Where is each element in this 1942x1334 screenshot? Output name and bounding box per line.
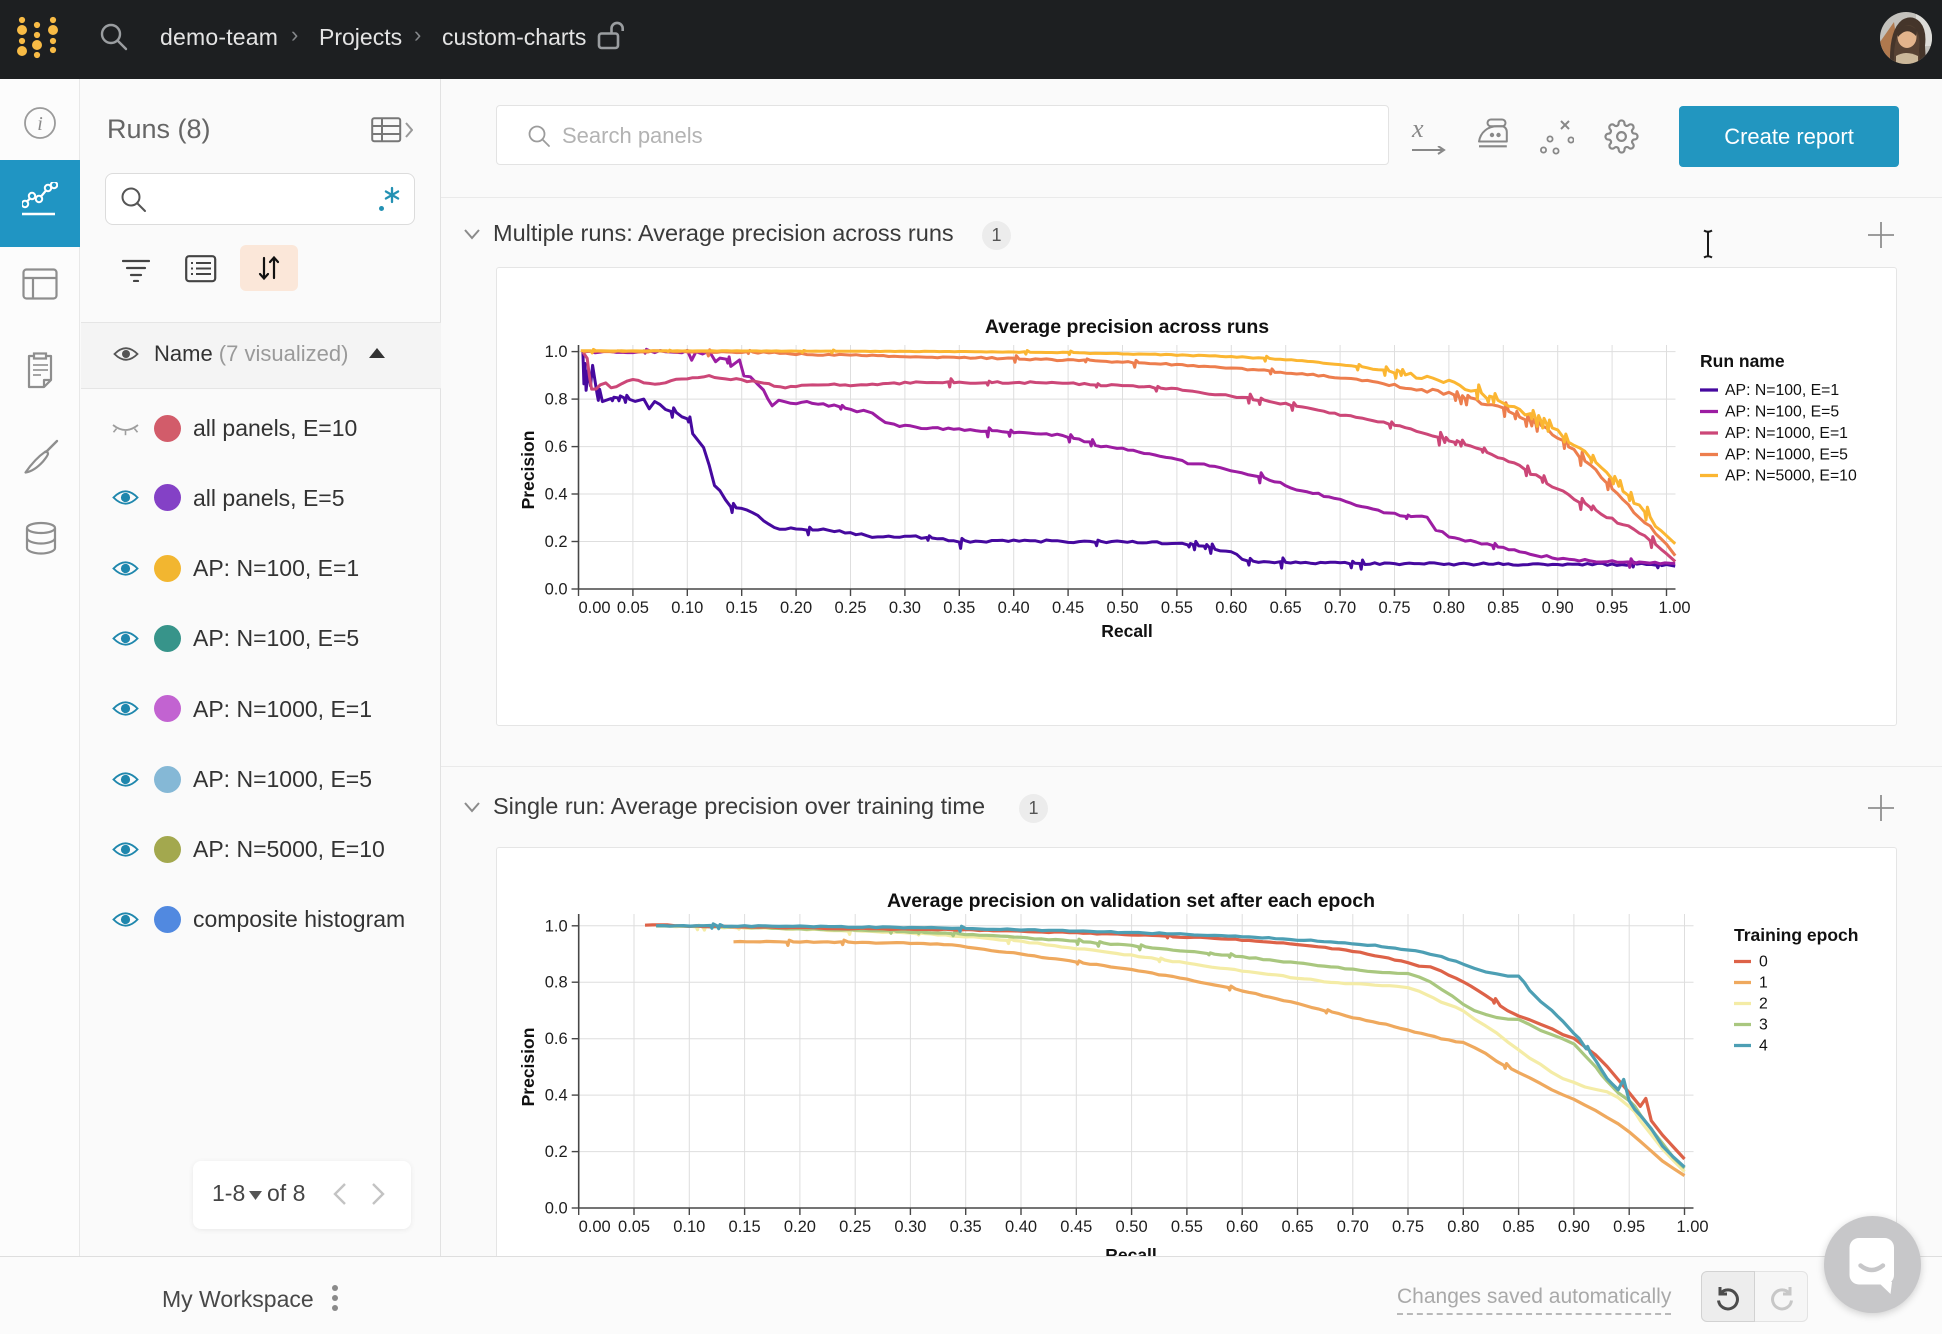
svg-text:i: i [37, 113, 43, 135]
svg-text:0.25: 0.25 [839, 1218, 871, 1236]
svg-text:0.10: 0.10 [671, 599, 703, 617]
svg-text:0.35: 0.35 [950, 1218, 982, 1236]
svg-text:0.6: 0.6 [545, 438, 568, 456]
svg-text:0.15: 0.15 [729, 1218, 761, 1236]
svg-text:0.85: 0.85 [1487, 599, 1519, 617]
svg-text:0.95: 0.95 [1596, 599, 1628, 617]
svg-text:AP: N=5000, E=10: AP: N=5000, E=10 [1725, 468, 1857, 485]
svg-text:0.90: 0.90 [1542, 599, 1574, 617]
svg-text:0.40: 0.40 [1005, 1218, 1037, 1236]
svg-text:0.25: 0.25 [834, 599, 866, 617]
svg-text:0.80: 0.80 [1433, 599, 1465, 617]
svg-text:0.30: 0.30 [894, 1218, 926, 1236]
svg-text:1.00: 1.00 [1676, 1218, 1708, 1236]
svg-text:0.2: 0.2 [545, 533, 568, 551]
svg-text:0.8: 0.8 [545, 974, 568, 992]
svg-text:0.65: 0.65 [1281, 1218, 1313, 1236]
svg-text:2: 2 [1759, 996, 1768, 1013]
svg-text:Recall: Recall [1101, 621, 1153, 641]
svg-text:0.05: 0.05 [618, 1218, 650, 1236]
svg-text:0.8: 0.8 [545, 391, 568, 409]
svg-text:0.50: 0.50 [1106, 599, 1138, 617]
svg-text:0.50: 0.50 [1116, 1218, 1148, 1236]
svg-text:1: 1 [1759, 975, 1768, 992]
svg-text:0.90: 0.90 [1558, 1218, 1590, 1236]
svg-text:Recall: Recall [1105, 1245, 1157, 1256]
svg-text:0.45: 0.45 [1060, 1218, 1092, 1236]
svg-text:Run name: Run name [1700, 351, 1785, 371]
svg-text:0.0: 0.0 [545, 581, 568, 599]
svg-text:0.20: 0.20 [780, 599, 812, 617]
svg-text:Precision: Precision [518, 431, 538, 510]
svg-text:4: 4 [1759, 1038, 1768, 1055]
svg-text:0.55: 0.55 [1161, 599, 1193, 617]
svg-text:AP: N=100, E=1: AP: N=100, E=1 [1725, 382, 1839, 399]
svg-text:0.15: 0.15 [726, 599, 758, 617]
svg-text:AP: N=1000, E=5: AP: N=1000, E=5 [1725, 447, 1848, 464]
svg-text:AP: N=100, E=5: AP: N=100, E=5 [1725, 404, 1839, 421]
svg-text:3: 3 [1759, 1017, 1768, 1034]
svg-text:0.40: 0.40 [998, 599, 1030, 617]
svg-text:Training epoch: Training epoch [1734, 925, 1858, 945]
svg-text:0.95: 0.95 [1613, 1218, 1645, 1236]
svg-text:AP: N=1000, E=1: AP: N=1000, E=1 [1725, 425, 1848, 442]
svg-text:0.80: 0.80 [1447, 1218, 1479, 1236]
svg-text:1.00: 1.00 [1658, 599, 1690, 617]
svg-text:0.30: 0.30 [889, 599, 921, 617]
svg-text:0.75: 0.75 [1378, 599, 1410, 617]
svg-text:0.10: 0.10 [673, 1218, 705, 1236]
svg-text:0.20: 0.20 [784, 1218, 816, 1236]
svg-text:Average precision on validatio: Average precision on validation set afte… [887, 890, 1375, 912]
svg-text:0.45: 0.45 [1052, 599, 1084, 617]
svg-text:0.05: 0.05 [617, 599, 649, 617]
svg-text:0.35: 0.35 [943, 599, 975, 617]
svg-text:0.65: 0.65 [1270, 599, 1302, 617]
svg-text:0.00: 0.00 [578, 599, 610, 617]
svg-text:0.4: 0.4 [545, 486, 568, 504]
svg-text:Precision: Precision [518, 1028, 538, 1107]
svg-text:1.0: 1.0 [545, 917, 568, 935]
svg-text:Average precision across runs: Average precision across runs [985, 316, 1269, 338]
svg-text:0.70: 0.70 [1337, 1218, 1369, 1236]
svg-text:0.0: 0.0 [545, 1200, 568, 1218]
svg-text:0.4: 0.4 [545, 1087, 568, 1105]
svg-text:0.60: 0.60 [1226, 1218, 1258, 1236]
svg-text:0.75: 0.75 [1392, 1218, 1424, 1236]
svg-text:1.0: 1.0 [545, 343, 568, 361]
svg-text:0.85: 0.85 [1503, 1218, 1535, 1236]
svg-text:0.70: 0.70 [1324, 599, 1356, 617]
svg-text:0.60: 0.60 [1215, 599, 1247, 617]
svg-text:0.00: 0.00 [579, 1218, 611, 1236]
svg-text:0.2: 0.2 [545, 1143, 568, 1161]
svg-text:0: 0 [1759, 954, 1768, 971]
svg-text:0.55: 0.55 [1171, 1218, 1203, 1236]
svg-text:0.6: 0.6 [545, 1030, 568, 1048]
